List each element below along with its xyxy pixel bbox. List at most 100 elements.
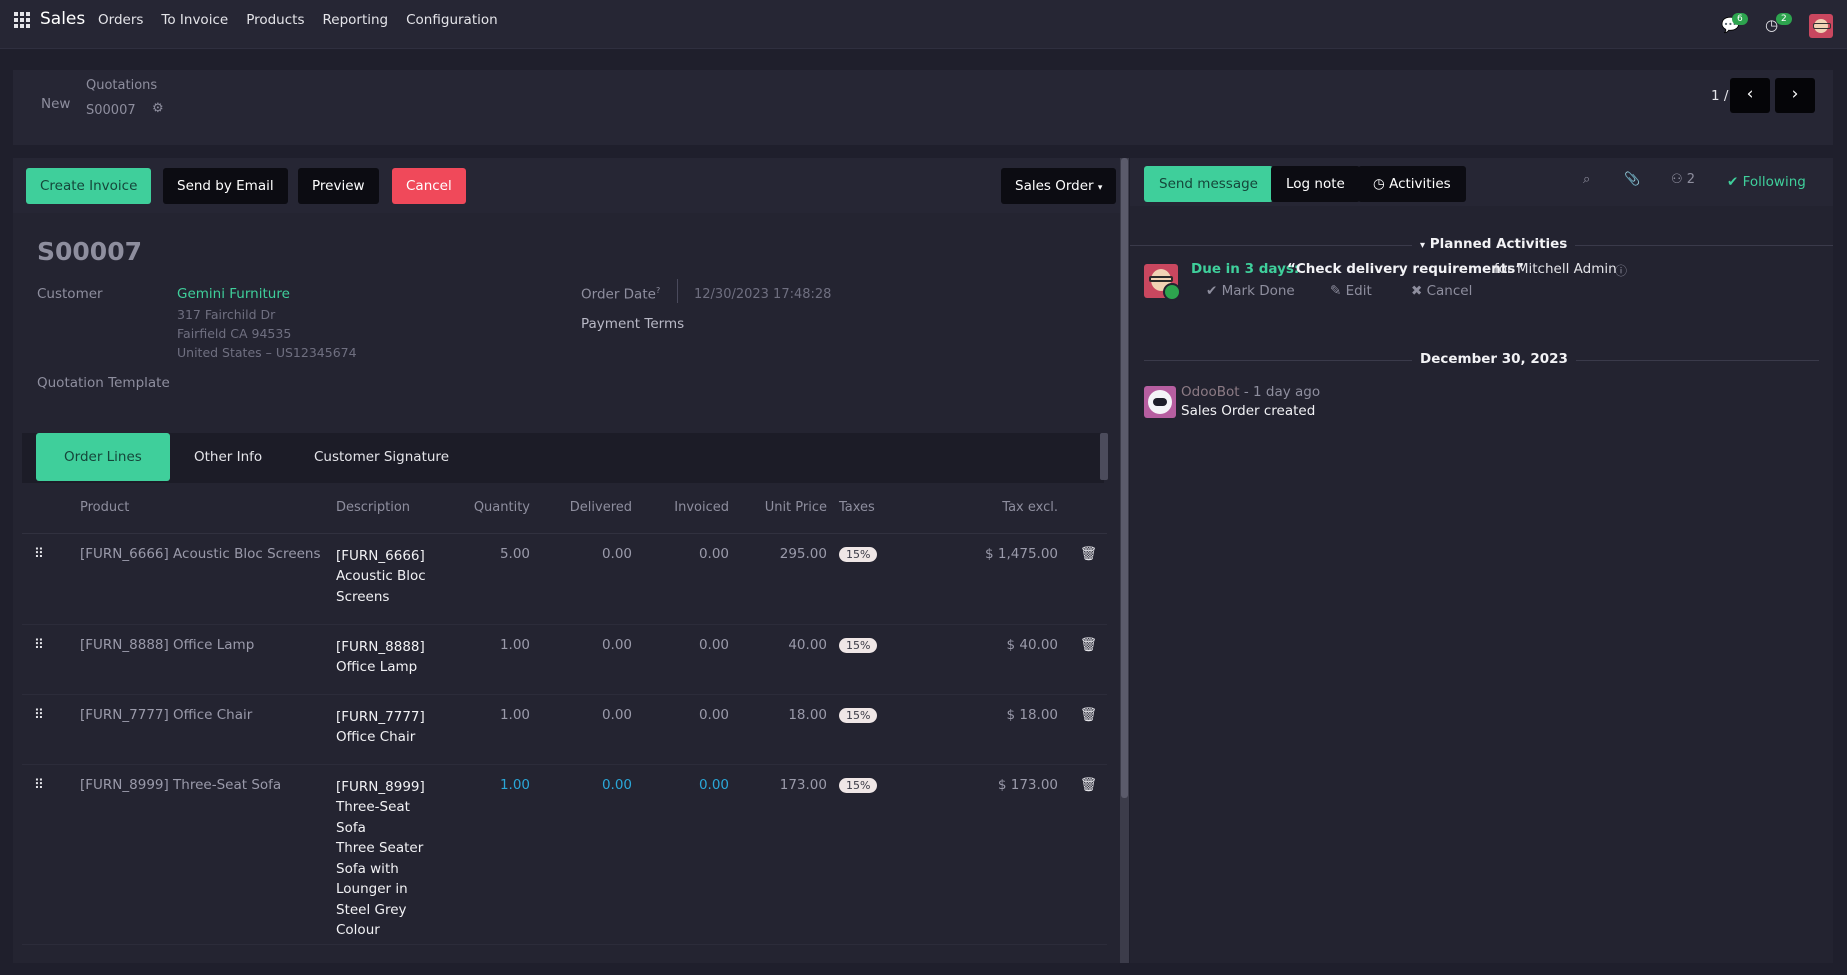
tab-other-info[interactable]: Other Info [182,433,274,481]
activities-button[interactable]: ◷ Activities [1358,166,1466,202]
preview-button[interactable]: Preview [298,168,379,204]
planned-activities-toggle[interactable]: ▾ Planned Activities [1412,236,1576,252]
payment-terms-label: Payment Terms [581,316,685,332]
table-row[interactable]: ⠿ [FURN_8999] Three-Seat Sofa [FURN_8999… [22,764,1107,945]
line-taxes[interactable]: 15% [839,694,934,765]
odoobot-avatar[interactable] [1144,386,1176,418]
message-author: OdooBot - 1 day ago [1181,384,1320,400]
drag-handle-icon[interactable]: ⠿ [22,694,80,765]
user-avatar[interactable] [1809,14,1833,38]
column-tax-excl[interactable]: Tax excl. [934,483,1070,534]
paperclip-icon[interactable]: 📎 [1624,172,1640,187]
send-message-button[interactable]: Send message [1144,166,1273,202]
followers-button[interactable]: ⚇ 2 [1671,172,1695,187]
order-date-value[interactable]: 12/30/2023 17:48:28 [694,287,831,302]
trash-icon[interactable]: 🗑 [1070,624,1107,695]
menu-reporting[interactable]: Reporting [322,12,388,28]
line-unit-price[interactable]: 18.00 [741,694,839,765]
activities-clock-icon[interactable]: ◷ 2 [1765,13,1792,36]
line-product[interactable]: [FURN_8999] Three-Seat Sofa [80,764,336,945]
create-invoice-button[interactable]: Create Invoice [26,168,152,204]
edit-activity-link[interactable]: ✎ Edit [1330,283,1372,299]
line-quantity[interactable]: 5.00 [461,533,542,625]
apps-menu-icon[interactable] [14,12,30,28]
column-quantity[interactable]: Quantity [461,483,542,534]
menu-products[interactable]: Products [246,12,304,28]
date-separator: December 30, 2023 [1412,351,1576,367]
menu-to-invoice[interactable]: To Invoice [161,12,228,28]
customer-link[interactable]: Gemini Furniture [177,286,290,302]
line-unit-price[interactable]: 295.00 [741,533,839,625]
line-description[interactable]: [FURN_6666] Acoustic Bloc Screens [336,533,461,625]
log-note-button[interactable]: Log note [1271,166,1360,202]
gear-icon[interactable]: ⚙ [152,101,164,116]
line-delivered[interactable]: 0.00 [542,624,644,695]
info-icon[interactable]: ⓘ [1615,262,1627,279]
pager-previous-button[interactable]: ‹ [1730,78,1770,113]
breadcrumb-quotations[interactable]: Quotations [86,78,157,93]
user-icon: ⚇ [1671,172,1683,187]
line-taxes[interactable]: 15% [839,624,934,695]
line-description[interactable]: [FURN_7777] Office Chair [336,694,461,765]
line-product[interactable]: [FURN_8888] Office Lamp [80,624,336,695]
drag-handle-icon[interactable]: ⠿ [22,624,80,695]
line-quantity[interactable]: 1.00 [461,764,542,945]
drag-handle-icon[interactable]: ⠿ [22,533,80,625]
scrollbar-thumb[interactable] [1121,158,1128,798]
author-name[interactable]: OdooBot [1181,384,1240,400]
line-taxes[interactable]: 15% [839,533,934,625]
line-taxes[interactable]: 15% [839,764,934,945]
column-unit-price[interactable]: Unit Price [741,483,839,534]
table-row[interactable]: ⠿ [FURN_8888] Office Lamp [FURN_8888] Of… [22,624,1107,695]
column-delivered[interactable]: Delivered [542,483,644,534]
messages-icon[interactable]: 💬 6 [1721,13,1748,36]
column-taxes[interactable]: Taxes [839,483,934,534]
line-unit-price[interactable]: 173.00 [741,764,839,945]
tab-order-lines[interactable]: Order Lines [36,433,170,481]
description-line: [FURN_7777] [336,708,425,725]
tab-customer-signature[interactable]: Customer Signature [302,433,461,481]
mark-done-link[interactable]: ✔ Mark Done [1206,283,1295,299]
trash-icon[interactable]: 🗑 [1070,694,1107,765]
line-quantity[interactable]: 1.00 [461,694,542,765]
cancel-activity-link[interactable]: ✖ Cancel [1411,283,1472,299]
search-icon[interactable]: ⌕ [1583,172,1590,187]
cancel-order-button[interactable]: Cancel [392,168,466,204]
description-line: Lounger in [336,881,408,897]
customer-address: 317 Fairchild Dr Fairfield CA 94535 Unit… [177,305,357,362]
trash-icon[interactable]: 🗑 [1070,764,1107,945]
form-scrollbar[interactable] [1120,158,1129,963]
line-delivered[interactable]: 0.00 [542,533,644,625]
table-row[interactable]: ⠿ [FURN_6666] Acoustic Bloc Screens [FUR… [22,533,1107,625]
help-tooltip-icon[interactable]: ? [656,286,660,295]
following-button[interactable]: ✔ Following [1727,174,1806,190]
line-delivered[interactable]: 0.00 [542,764,644,945]
line-delivered[interactable]: 0.00 [542,694,644,765]
app-name[interactable]: Sales [40,9,85,29]
new-button[interactable]: New [41,96,70,112]
column-actions [1070,483,1107,534]
line-product[interactable]: [FURN_7777] Office Chair [80,694,336,765]
line-quantity[interactable]: 1.00 [461,624,542,695]
menu-orders[interactable]: Orders [98,12,143,28]
tax-badge: 15% [839,637,878,653]
trash-icon[interactable]: 🗑 [1070,533,1107,625]
line-unit-price[interactable]: 40.00 [741,624,839,695]
caret-down-icon: ▾ [1097,183,1103,193]
status-dropdown[interactable]: Sales Order ▾ [1001,168,1117,204]
activities-count-badge: 2 [1776,13,1792,25]
drag-handle-icon[interactable]: ⠿ [22,764,80,945]
column-invoiced[interactable]: Invoiced [644,483,741,534]
send-by-email-button[interactable]: Send by Email [163,168,288,204]
table-row[interactable]: ⠿ [FURN_7777] Office Chair [FURN_7777] O… [22,694,1107,765]
line-product[interactable]: [FURN_6666] Acoustic Bloc Screens [80,533,336,625]
tabs-scrollbar[interactable] [1100,433,1108,480]
close-icon: ✖ [1411,283,1423,299]
line-description[interactable]: [FURN_8999] Three-Seat Sofa Three Seater… [336,764,461,945]
pager-next-button[interactable]: › [1775,78,1815,113]
column-product[interactable]: Product [80,483,336,534]
column-description[interactable]: Description [336,483,461,534]
main-menu: Orders To Invoice Products Reporting Con… [98,12,498,28]
line-description[interactable]: [FURN_8888] Office Lamp [336,624,461,695]
menu-configuration[interactable]: Configuration [406,12,498,28]
